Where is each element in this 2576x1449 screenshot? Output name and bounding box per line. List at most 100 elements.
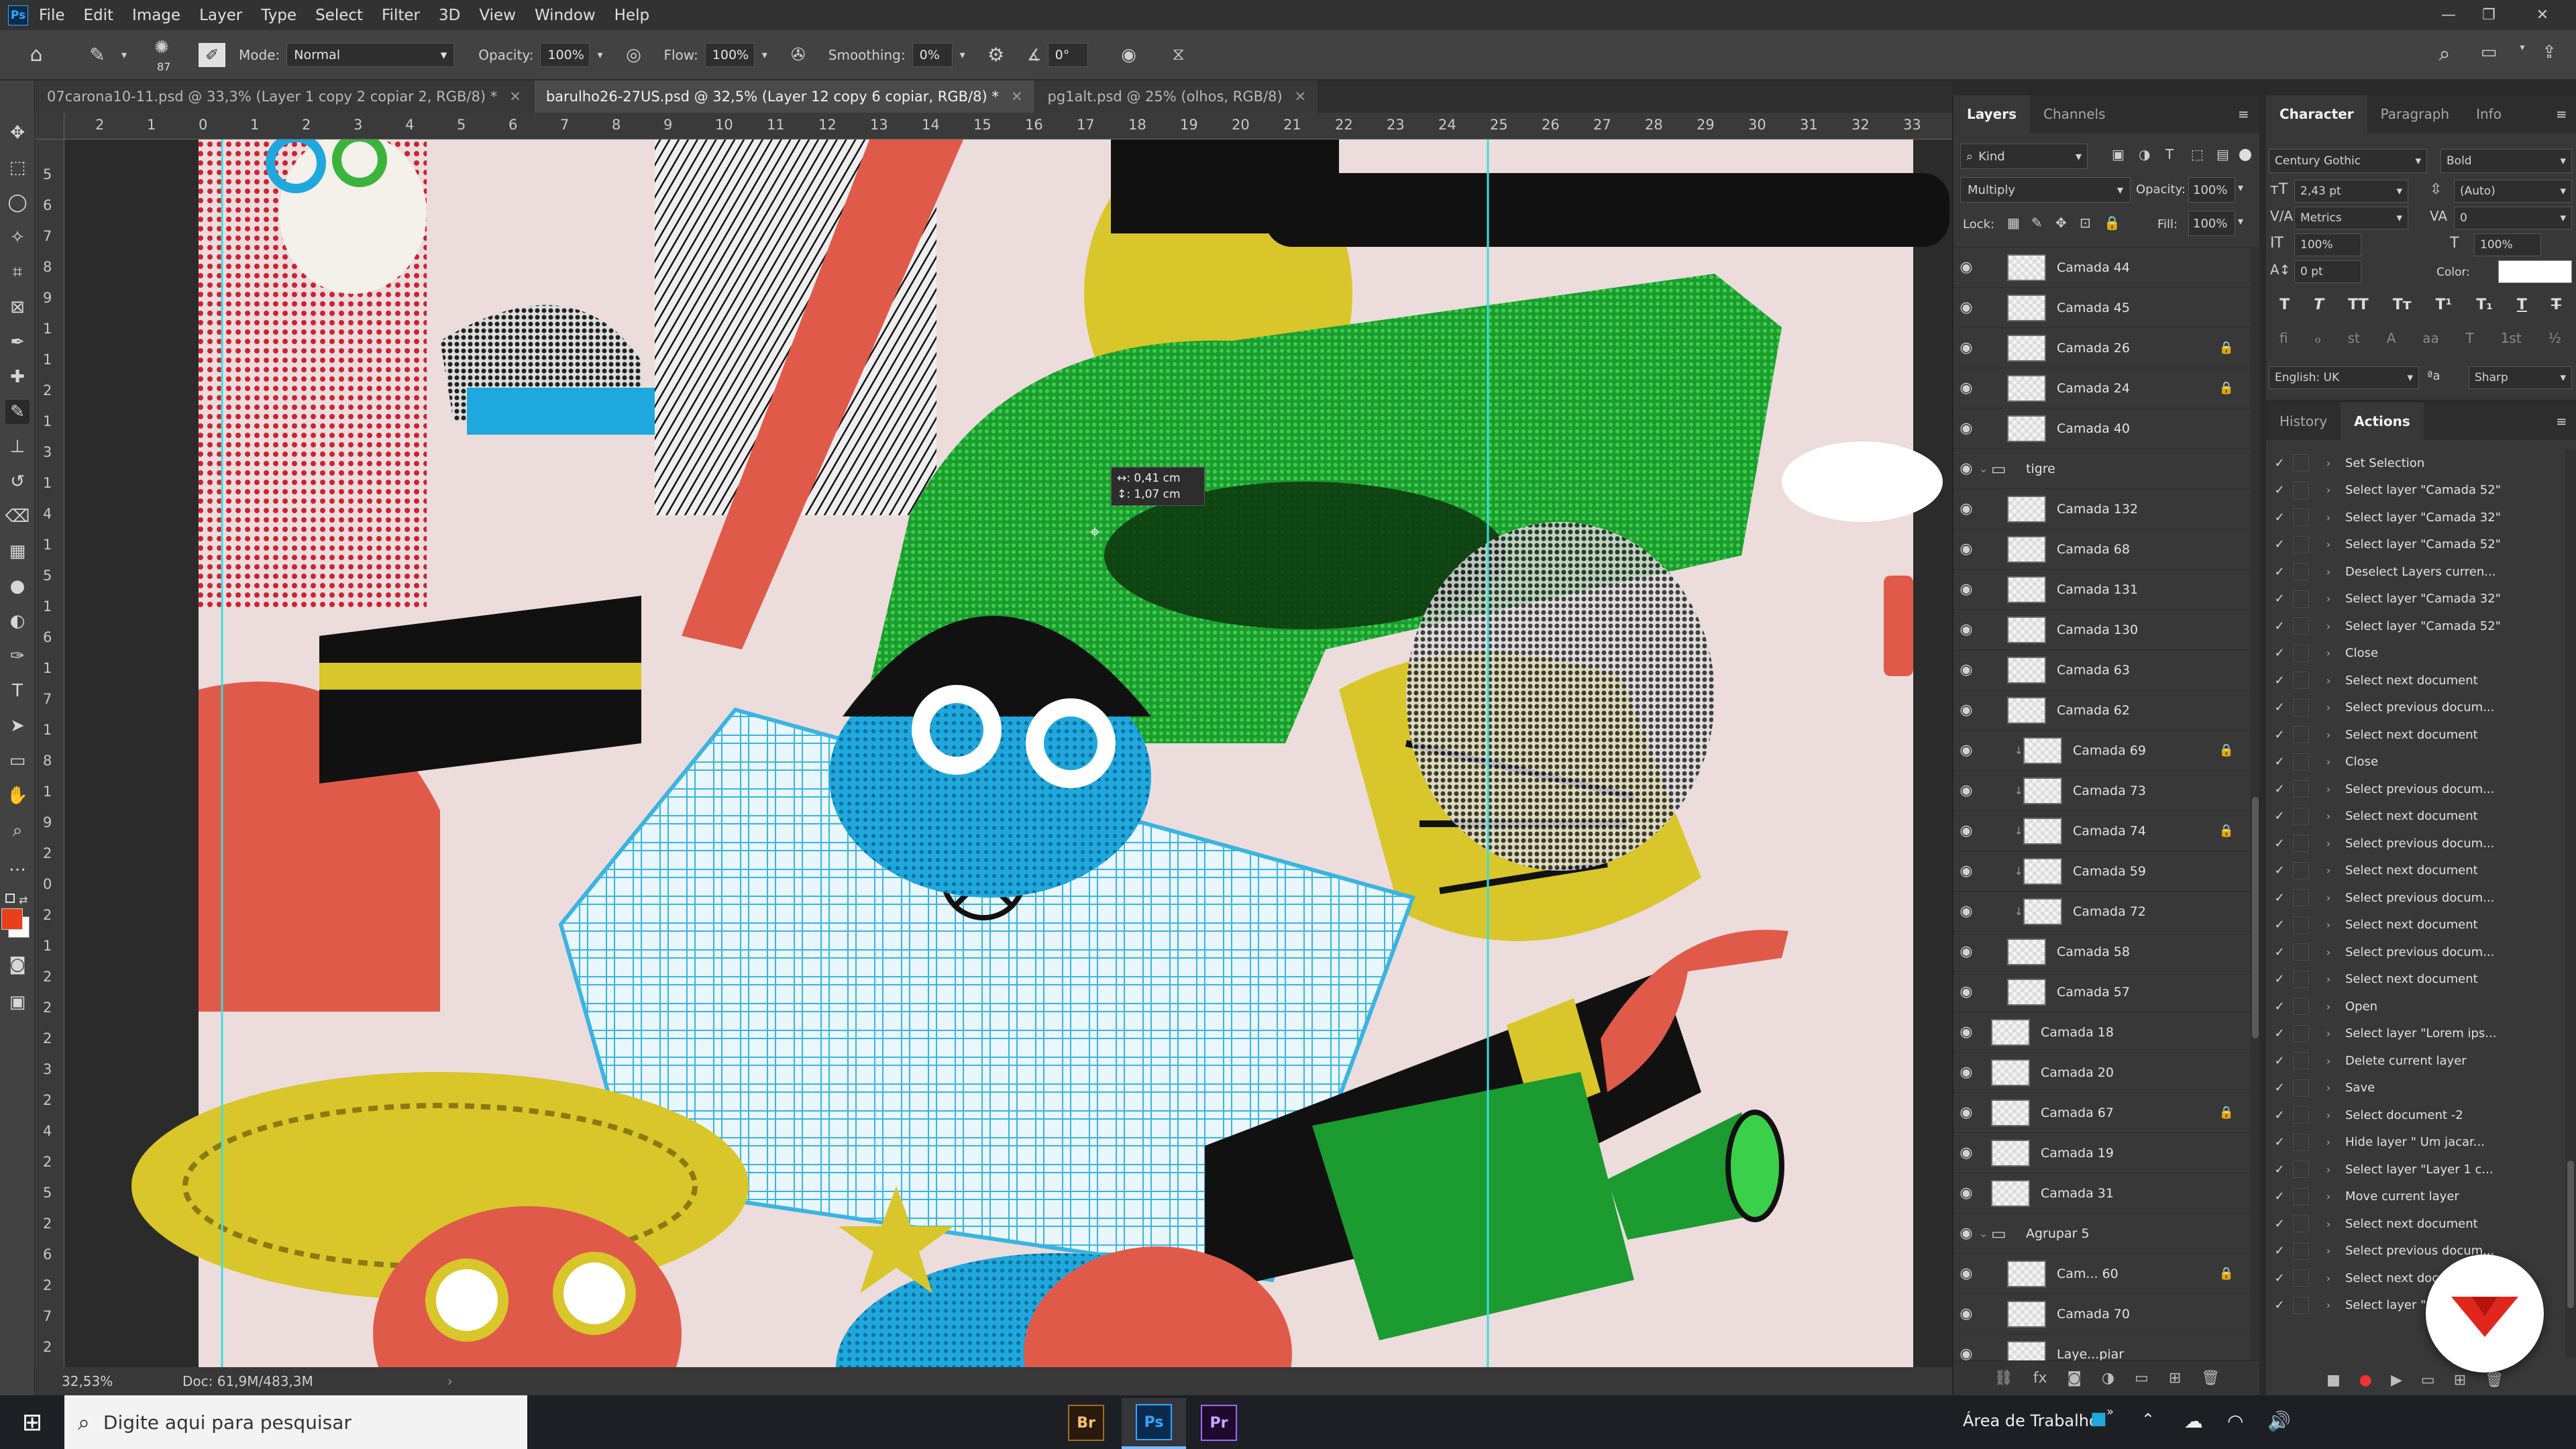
all-caps-icon[interactable]: TT [2348,297,2369,318]
check-icon[interactable]: ✓ [2266,1298,2293,1312]
close-icon[interactable]: ✕ [509,89,521,105]
check-icon[interactable]: ✓ [2266,891,2293,905]
eye-icon[interactable]: ◉ [1953,1104,1979,1121]
swash-icon[interactable]: ℴ [2314,330,2320,352]
menu-help[interactable]: Help [614,7,649,24]
font-family-select[interactable]: Century Gothic ▾ [2269,149,2427,173]
layer-row[interactable]: ◉ Cam... 60 🔒 [1953,1254,2250,1294]
chevron-right-icon[interactable]: › [2312,1190,2345,1203]
history-brush-tool-icon[interactable]: ↺ [5,470,30,494]
layer-row[interactable]: ◉ ↓ Camada 74 🔒 [1953,811,2250,851]
action-row[interactable]: ✓ › Deselect Layers curren... [2266,558,2542,585]
eye-icon[interactable]: ◉ [1953,702,1979,718]
wifi-icon[interactable]: ◠ [2227,1410,2243,1432]
onedrive-icon[interactable]: ☁ [2184,1410,2203,1432]
eye-icon[interactable]: ◉ [1953,1064,1979,1081]
action-row[interactable]: ✓ › Select next document [2266,721,2542,748]
dialog-toggle[interactable] [2293,672,2309,689]
mode-select[interactable]: Normal ▾ [286,42,455,67]
check-icon[interactable]: ✓ [2266,972,2293,986]
smoothing-input[interactable]: 0% [912,42,953,67]
action-row[interactable]: ✓ › Select previous docum... [2266,884,2542,911]
action-row[interactable]: ✓ › Select layer "Layer 1 c... [2266,1156,2542,1183]
antialias-select[interactable]: Sharp ▾ [2469,366,2572,389]
bridge-app-icon[interactable]: Br [1068,1405,1104,1441]
layer-row[interactable]: ◉ Camada 131 [1953,570,2250,610]
dialog-toggle[interactable] [2293,590,2309,608]
document-tab[interactable]: pg1alt.psd @ 25% (olhos, RGB/8) ✕ [1035,80,1320,113]
action-row[interactable]: ✓ › Select layer "Camada 32" [2266,504,2542,531]
eye-icon[interactable]: ◉ [1953,1305,1979,1322]
dialog-toggle[interactable] [2293,943,2309,961]
chevron-right-icon[interactable]: › [2312,1055,2345,1067]
check-icon[interactable]: ✓ [2266,863,2293,877]
layer-row[interactable]: ◉ Camada 130 [1953,610,2250,650]
dialog-toggle[interactable] [2293,1024,2309,1042]
chevron-down-icon[interactable]: ▾ [756,48,773,61]
action-row[interactable]: ✓ › Select previous docum... [2266,938,2542,965]
dialog-toggle[interactable] [2293,1187,2309,1205]
chevron-right-icon[interactable]: › [2312,1299,2345,1311]
layer-row[interactable]: ◉ Camada 63 [1953,650,2250,690]
underline-icon[interactable]: T [2517,297,2527,318]
eraser-tool-icon[interactable]: ⌫ [5,504,30,529]
chevron-right-icon[interactable]: › [2312,457,2345,470]
filter-pixel-icon[interactable]: ▣ [2112,146,2125,162]
airbrush-icon[interactable]: ✇ [782,45,815,65]
eye-icon[interactable]: ◉ [1953,983,1979,1000]
dialog-toggle[interactable] [2293,617,2309,635]
gear-icon[interactable]: ⚙ [979,44,1013,66]
action-row[interactable]: ✓ › Hide layer " Um jacar... [2266,1129,2542,1156]
menu-layer[interactable]: Layer [199,7,242,24]
dialog-toggle[interactable] [2293,563,2309,580]
layer-row[interactable]: ◉ Camada 18 [1953,1012,2250,1053]
dialog-toggle[interactable] [2293,1161,2309,1178]
chevron-right-icon[interactable]: › [2312,674,2345,687]
chevron-right-icon[interactable]: › [2312,729,2345,741]
half-icon[interactable]: ½ [2548,330,2561,352]
eye-icon[interactable]: ◉ [1953,339,1979,356]
chevron-down-icon[interactable]: ▾ [2238,215,2243,227]
chevron-right-icon[interactable]: › [2312,1244,2345,1257]
dialog-toggle[interactable] [2293,1215,2309,1232]
action-row[interactable]: ✓ › Select next document [2266,966,2542,993]
filter-toggle-icon[interactable] [2239,149,2251,161]
layer-row[interactable]: ◉ Camada 19 [1953,1133,2250,1173]
chevron-right-icon[interactable]: › [2312,484,2345,496]
action-row[interactable]: ✓ › Select next document [2266,803,2542,830]
tab-info[interactable]: Info [2463,95,2515,133]
tab-paragraph[interactable]: Paragraph [2367,95,2463,133]
pen-tool-icon[interactable]: ✑ [5,644,30,668]
dialog-toggle[interactable] [2293,1242,2309,1260]
menu-select[interactable]: Select [315,7,363,24]
chevron-down-icon[interactable]: ▾ [954,48,971,61]
tab-layers[interactable]: Layers [1953,95,2030,133]
dialog-toggle[interactable] [2293,508,2309,526]
tab-channels[interactable]: Channels [2030,95,2119,133]
eye-icon[interactable]: ◉ [1953,1144,1979,1161]
delete-icon[interactable]: 🗑 [2485,1372,2504,1389]
document-tab[interactable]: 07carona10-11.psd @ 33,3% (Layer 1 copy … [35,80,534,113]
tab-history[interactable]: History [2266,402,2341,440]
eye-icon[interactable]: ◉ [1953,903,1979,920]
eye-icon[interactable]: ◉ [1953,460,1979,477]
check-icon[interactable]: ✓ [2266,456,2293,470]
dodge-tool-icon[interactable]: ◐ [5,609,30,633]
dialog-toggle[interactable] [2293,726,2309,743]
layer-opacity-input[interactable]: 100% [2188,177,2235,203]
menu-filter[interactable]: Filter [382,7,420,24]
small-caps-icon[interactable]: Tт [2393,297,2412,318]
check-icon[interactable]: ✓ [2266,1081,2293,1095]
eye-icon[interactable]: ◉ [1953,541,1979,557]
chevron-right-icon[interactable]: › [2312,1218,2345,1230]
chevron-right-icon[interactable]: › [2312,1000,2345,1013]
windows-start-icon[interactable]: ⊞ [0,1395,64,1449]
marquee-tool-icon[interactable]: ⬚ [5,156,30,180]
opacity-input[interactable]: 100% [540,42,590,67]
close-icon[interactable]: ✕ [1011,89,1023,105]
check-icon[interactable]: ✓ [2266,1163,2293,1177]
action-row[interactable]: ✓ › Select previous docum... [2266,694,2542,721]
check-icon[interactable]: ✓ [2266,1244,2293,1258]
dialog-toggle[interactable] [2293,1296,2309,1314]
dialog-toggle[interactable] [2293,807,2309,825]
